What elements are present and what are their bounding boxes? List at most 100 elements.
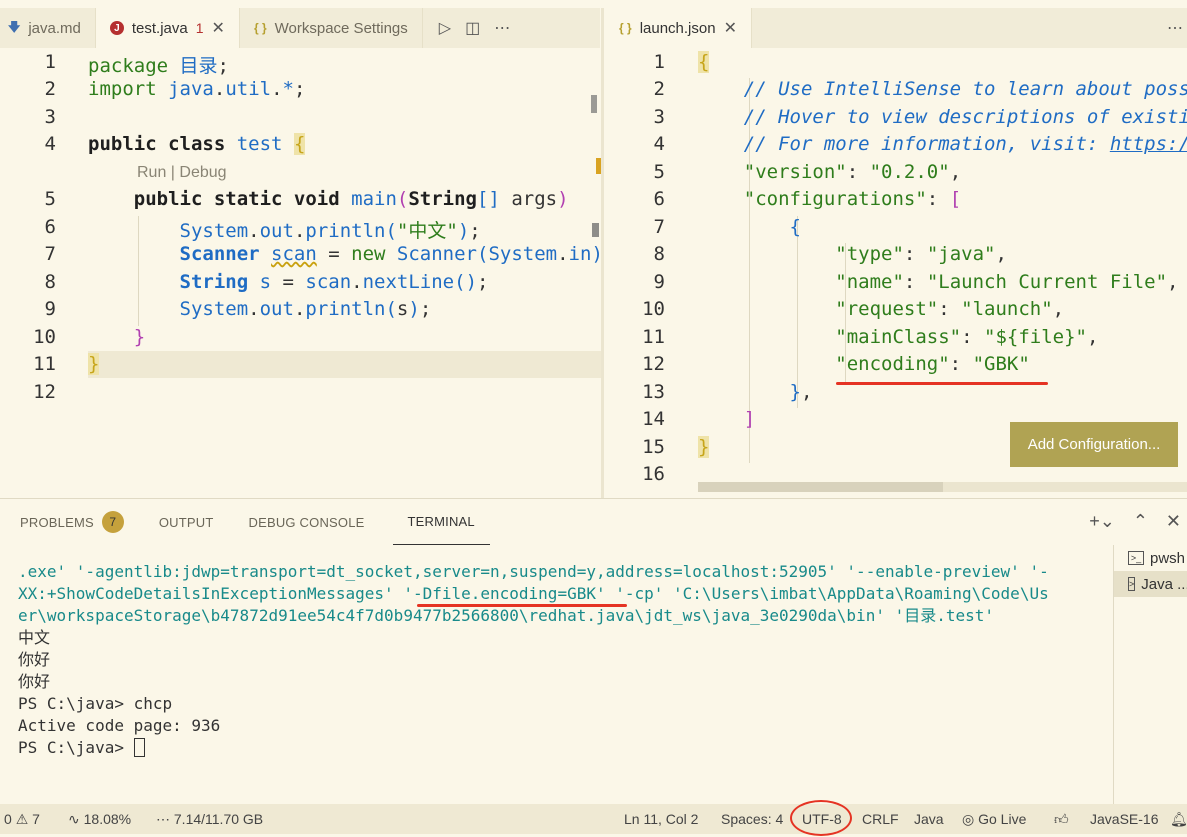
tab-debug-console[interactable]: DEBUG CONSOLE [229,499,380,545]
terminal-prompt-line: PS C:\java> [18,737,1103,759]
more-actions-icon[interactable]: ⋯ [494,18,510,38]
chevron-up-icon[interactable]: ⌃ [1133,511,1148,532]
tab-terminal[interactable]: TERMINAL [392,499,490,545]
tab-java-md[interactable]: 🡇 java.md [0,8,96,48]
go-live-label: Go Live [978,811,1027,827]
close-icon[interactable]: ✕ [212,18,225,38]
jdk-status[interactable]: JavaSE-16 [1090,811,1158,827]
language-mode[interactable]: Java [914,811,944,827]
tab-label: java.md [28,19,81,37]
tab-test-java[interactable]: J test.java 1 ✕ [95,8,240,48]
horizontal-scrollbar[interactable] [698,482,1187,492]
warning-icon: ⚠ [15,811,29,827]
indentation-status[interactable]: Spaces: 4 [721,811,783,827]
tab-label: OUTPUT [158,514,214,530]
annotation-underline [417,604,627,607]
code-line: "name": "Launch Current File", [835,271,1179,293]
line-number: 2 [44,78,56,100]
line-number: 7 [44,243,56,265]
terminal-item-label: pwsh [1150,549,1186,567]
code-line: import java.util.*; [88,78,306,100]
line-number: 9 [653,271,665,293]
pulse-icon: ∿ [68,811,80,827]
close-icon[interactable]: ✕ [1166,511,1181,532]
code-line: // For more information, visit: https://… [743,133,1187,155]
run-icon[interactable]: ▷ [439,18,451,38]
panel-tabs: PROBLEMS 7 OUTPUT DEBUG CONSOLE TERMINAL [0,499,490,545]
codelens-run-debug[interactable]: Run | Debug [137,164,227,182]
editor-actions: ▷ ◫ ⋯ [423,8,510,48]
line-number: 12 [642,353,665,375]
terminal-icon: >_ [1128,551,1144,565]
go-live-button[interactable]: ◎ Go Live [962,811,1026,828]
line-number: 7 [653,216,665,238]
more-actions-icon[interactable]: ⋯ [1167,18,1183,38]
thumbs-up-icon[interactable]: 👍︎ [1054,811,1069,828]
line-number: 13 [642,381,665,403]
current-line-highlight [88,351,601,378]
cpu-usage: 18.08% [83,811,132,827]
code-line: package 目录; [88,55,229,77]
new-terminal-icon[interactable]: +⌄ [1089,511,1115,532]
tab-workspace-settings[interactable]: { } Workspace Settings [240,8,423,48]
line-number: 4 [44,133,56,155]
code-line: "type": "java", [835,243,1007,265]
tab-label: test.java [131,19,188,37]
scrollbar-thumb[interactable] [591,95,597,113]
terminal-prompt: PS C:\java> [18,738,134,757]
tab-problems[interactable]: PROBLEMS 7 [0,499,139,545]
cursor-position[interactable]: Ln 11, Col 2 [624,811,698,827]
code-line: "mainClass": "${file}", [835,326,1099,348]
editor-actions: ⋯ [1151,8,1187,48]
annotation-underline [836,382,1048,385]
code-line: // Use IntelliSense to learn about possi… [743,78,1187,100]
line-number: 8 [44,271,56,293]
terminal-output[interactable]: .exe' '-agentlib:jdwp=transport=dt_socke… [18,561,1103,759]
line-number: 3 [44,106,56,128]
line-number: 11 [642,326,665,348]
code-line: ] [743,408,756,430]
terminal-icon: > [1128,577,1136,591]
code-line: { [698,51,710,73]
tab-launch-json[interactable]: { } launch.json ✕ [605,8,752,48]
terminal-cursor [133,738,145,757]
code-line: "request": "launch", [835,298,1065,320]
cpu-status[interactable]: ∿ 18.08% [68,811,131,828]
java-editor[interactable]: 1 2 3 4 5 6 7 8 9 10 11 12 package 目录; i… [0,48,601,498]
code-line: }, [789,381,813,403]
memory-status[interactable]: ⋯ 7.14/11.70 GB [156,811,263,828]
error-count: 0 [4,811,12,827]
line-number: 10 [33,326,56,348]
code-line: public class test { [88,133,306,155]
code-line: System.out.println(s); [179,298,432,320]
code-line: public static void main(String[] args) [133,188,569,210]
eol-status[interactable]: CRLF [862,811,899,827]
tab-label: Workspace Settings [274,19,408,37]
notifications-icon[interactable]: 🔔︎ [1170,811,1187,828]
line-number: 8 [653,243,665,265]
broadcast-icon: ◎ [962,811,975,827]
problems-count-badge: 7 [101,511,124,533]
code-line: // Hover to view descriptions of existin… [743,106,1187,128]
panel-actions: +⌄ ⌃ ✕ [1089,511,1187,532]
close-icon[interactable]: ✕ [724,18,737,38]
terminal-line: Active code page: 936 [18,716,221,735]
line-number: 1 [653,51,665,73]
problems-status[interactable]: 0 ⚠ 7 [4,811,40,828]
line-number: 1 [44,51,56,73]
overview-ruler-mark [592,223,599,237]
terminal-item-pwsh[interactable]: >_ pwsh [1114,545,1187,571]
tab-output[interactable]: OUTPUT [139,499,229,545]
tab-label: DEBUG CONSOLE [248,514,365,530]
scrollbar-thumb[interactable] [698,482,943,492]
add-configuration-button[interactable]: Add Configuration... [1010,422,1178,467]
terminal-item-label: Java ... [1141,575,1187,593]
split-editor-icon[interactable]: ◫ [465,18,480,38]
terminal-item-java[interactable]: > Java ... [1114,571,1187,597]
launch-json-editor[interactable]: 1 2 3 4 5 6 7 8 9 10 11 12 13 14 15 16 {… [604,48,1187,498]
line-number: 2 [653,78,665,100]
json-braces-icon: { } [253,21,267,35]
json-braces-icon: { } [619,21,632,35]
line-number: 12 [33,381,56,403]
java-icon: J [109,21,124,35]
